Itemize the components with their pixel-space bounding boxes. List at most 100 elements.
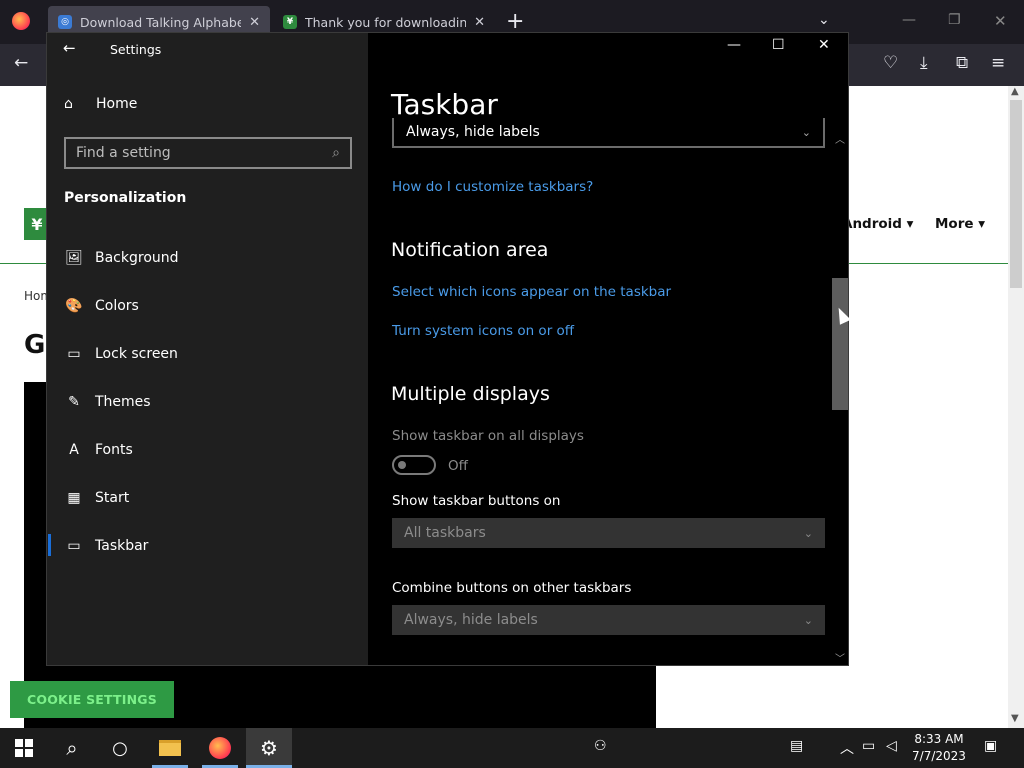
chevron-down-icon: ⌄ <box>801 125 811 139</box>
sidebar-item-themes[interactable]: ✎ Themes <box>64 390 364 414</box>
firefox-icon <box>209 737 231 759</box>
back-arrow-icon[interactable]: ← <box>63 39 76 57</box>
notification-area-heading: Notification area <box>391 239 549 261</box>
tab-title: Download Talking Alphabet by <box>80 14 242 30</box>
tab-favicon-icon: ◎ <box>58 15 72 29</box>
task-view-button[interactable]: ○ <box>96 728 144 768</box>
sidebar-item-label: Taskbar <box>95 538 149 554</box>
scroll-down-icon[interactable]: ﹀ <box>835 650 845 665</box>
task-view-icon: ○ <box>112 737 128 759</box>
minimize-browser-icon[interactable]: — <box>902 12 916 28</box>
sidebar-item-start[interactable]: ▦ Start <box>64 486 364 510</box>
buttons-on-dropdown[interactable]: All taskbars ⌄ <box>392 518 825 548</box>
search-icon: ⌕ <box>66 736 78 760</box>
download-icon[interactable]: ⤓ <box>920 53 928 73</box>
page-headline: G <box>24 330 46 360</box>
windows-logo-icon <box>15 739 33 757</box>
search-icon[interactable]: ⌕ <box>332 145 340 161</box>
combine-buttons-dropdown[interactable]: Always, hide labels ⌄ <box>392 605 825 635</box>
search-placeholder: Find a setting <box>76 145 171 161</box>
new-tab-button[interactable]: + <box>506 9 524 34</box>
clock-time: 8:33 AM <box>914 732 964 746</box>
page-scrollbar-thumb[interactable] <box>1010 100 1022 288</box>
nav-label: Android <box>842 216 902 232</box>
page-title: Taskbar <box>391 88 498 121</box>
nav-item-android[interactable]: Android ▾ <box>842 216 913 232</box>
cookie-settings-button[interactable]: COOKIE SETTINGS <box>10 681 174 718</box>
gear-icon: ⚙ <box>260 736 278 760</box>
minimize-icon[interactable]: — <box>727 37 741 53</box>
dropdown-value: Always, hide labels <box>404 612 538 628</box>
taskbar-icon: ▭ <box>67 538 81 554</box>
show-all-displays-toggle[interactable] <box>392 455 436 475</box>
font-icon: A <box>69 442 79 458</box>
settings-scrollbar-thumb[interactable] <box>832 278 848 410</box>
sidebar-item-label: Themes <box>95 394 151 410</box>
tab-list-chevron-icon[interactable]: ⌄ <box>818 12 830 28</box>
chevron-down-icon: ⌄ <box>803 526 813 540</box>
system-icons-link[interactable]: Turn system icons on or off <box>392 323 574 339</box>
sidebar-item-home[interactable]: ⌂ Home <box>64 96 137 112</box>
folder-icon <box>159 740 181 756</box>
toggle-state: Off <box>448 458 468 474</box>
sidebar-item-background[interactable]: 🖼 Background <box>64 246 364 270</box>
sidebar-item-lock-screen[interactable]: ▭ Lock screen <box>64 342 364 366</box>
sidebar-item-label: Start <box>95 490 130 506</box>
sidebar-item-taskbar[interactable]: ▭ Taskbar <box>64 534 364 558</box>
scroll-up-icon[interactable]: ︿ <box>835 131 845 146</box>
file-explorer-button[interactable] <box>146 728 194 768</box>
nav-item-more[interactable]: More ▾ <box>935 216 985 232</box>
close-tab-icon[interactable]: ✕ <box>474 15 485 30</box>
select-icons-link[interactable]: Select which icons appear on the taskbar <box>392 284 671 300</box>
back-arrow-icon[interactable]: ← <box>14 53 28 73</box>
clock-date: 7/7/2023 <box>912 749 966 763</box>
sidebar-item-label: Fonts <box>95 442 133 458</box>
network-icon[interactable]: ▭ <box>862 738 875 754</box>
show-on-all-displays-label: Show taskbar on all displays <box>392 428 584 444</box>
tab-title: Thank you for downloading Mi <box>305 14 467 30</box>
taskbar-clock[interactable]: 8:33 AM 7/7/2023 <box>908 731 970 765</box>
home-icon: ⌂ <box>64 96 73 112</box>
dropdown-value: Always, hide labels <box>406 124 540 140</box>
restore-browser-icon[interactable]: ❐ <box>948 12 961 28</box>
sidebar-item-label: Background <box>95 250 179 266</box>
nav-label: More <box>935 216 974 232</box>
start-button[interactable] <box>0 728 48 768</box>
sidebar-item-fonts[interactable]: A Fonts <box>64 438 364 462</box>
close-tab-icon[interactable]: ✕ <box>249 15 260 30</box>
scroll-up-icon[interactable]: ▲ <box>1011 86 1019 97</box>
customize-taskbars-link[interactable]: How do I customize taskbars? <box>392 179 593 195</box>
close-browser-icon[interactable]: ✕ <box>994 12 1007 30</box>
dropdown-value: All taskbars <box>404 525 486 541</box>
maximize-icon[interactable]: ☐ <box>772 37 785 53</box>
firefox-taskbar-button[interactable] <box>196 728 244 768</box>
sidebar-item-label: Home <box>96 96 138 112</box>
chevron-up-icon[interactable]: ︿ <box>840 738 854 758</box>
settings-taskbar-button[interactable]: ⚙ <box>246 728 292 768</box>
scroll-down-icon[interactable]: ▼ <box>1011 713 1019 724</box>
extensions-icon[interactable]: ⧉ <box>956 53 968 73</box>
sidebar-item-colors[interactable]: 🎨 Colors <box>64 294 364 318</box>
multiple-displays-heading: Multiple displays <box>391 383 550 405</box>
chevron-down-icon: ⌄ <box>803 613 813 627</box>
brush-icon: ✎ <box>68 394 80 410</box>
selected-indicator <box>48 534 51 556</box>
sidebar-item-label: Lock screen <box>95 346 178 362</box>
image-icon: 🖼 <box>65 250 83 266</box>
search-input[interactable]: Find a setting ⌕ <box>64 137 352 169</box>
lock-screen-icon: ▭ <box>67 346 81 362</box>
palette-icon: 🎨 <box>65 298 83 314</box>
news-icon[interactable]: ▤ <box>790 738 803 754</box>
start-icon: ▦ <box>67 490 81 506</box>
search-taskbar-button[interactable]: ⌕ <box>48 728 96 768</box>
close-icon[interactable]: ✕ <box>818 37 830 53</box>
combine-buttons-label: Combine buttons on other taskbars <box>392 580 632 596</box>
firefox-logo-icon[interactable] <box>12 12 30 30</box>
buttons-on-label: Show taskbar buttons on <box>392 493 561 509</box>
volume-muted-icon[interactable]: ◁ <box>886 738 897 754</box>
label-combine-dropdown[interactable]: Always, hide labels ⌄ <box>392 118 825 148</box>
notifications-icon[interactable]: ▣ <box>984 738 997 754</box>
menu-icon[interactable]: ≡ <box>991 53 1005 73</box>
pocket-icon[interactable]: ♡ <box>883 53 898 73</box>
people-icon[interactable]: ⚇ <box>594 738 607 754</box>
